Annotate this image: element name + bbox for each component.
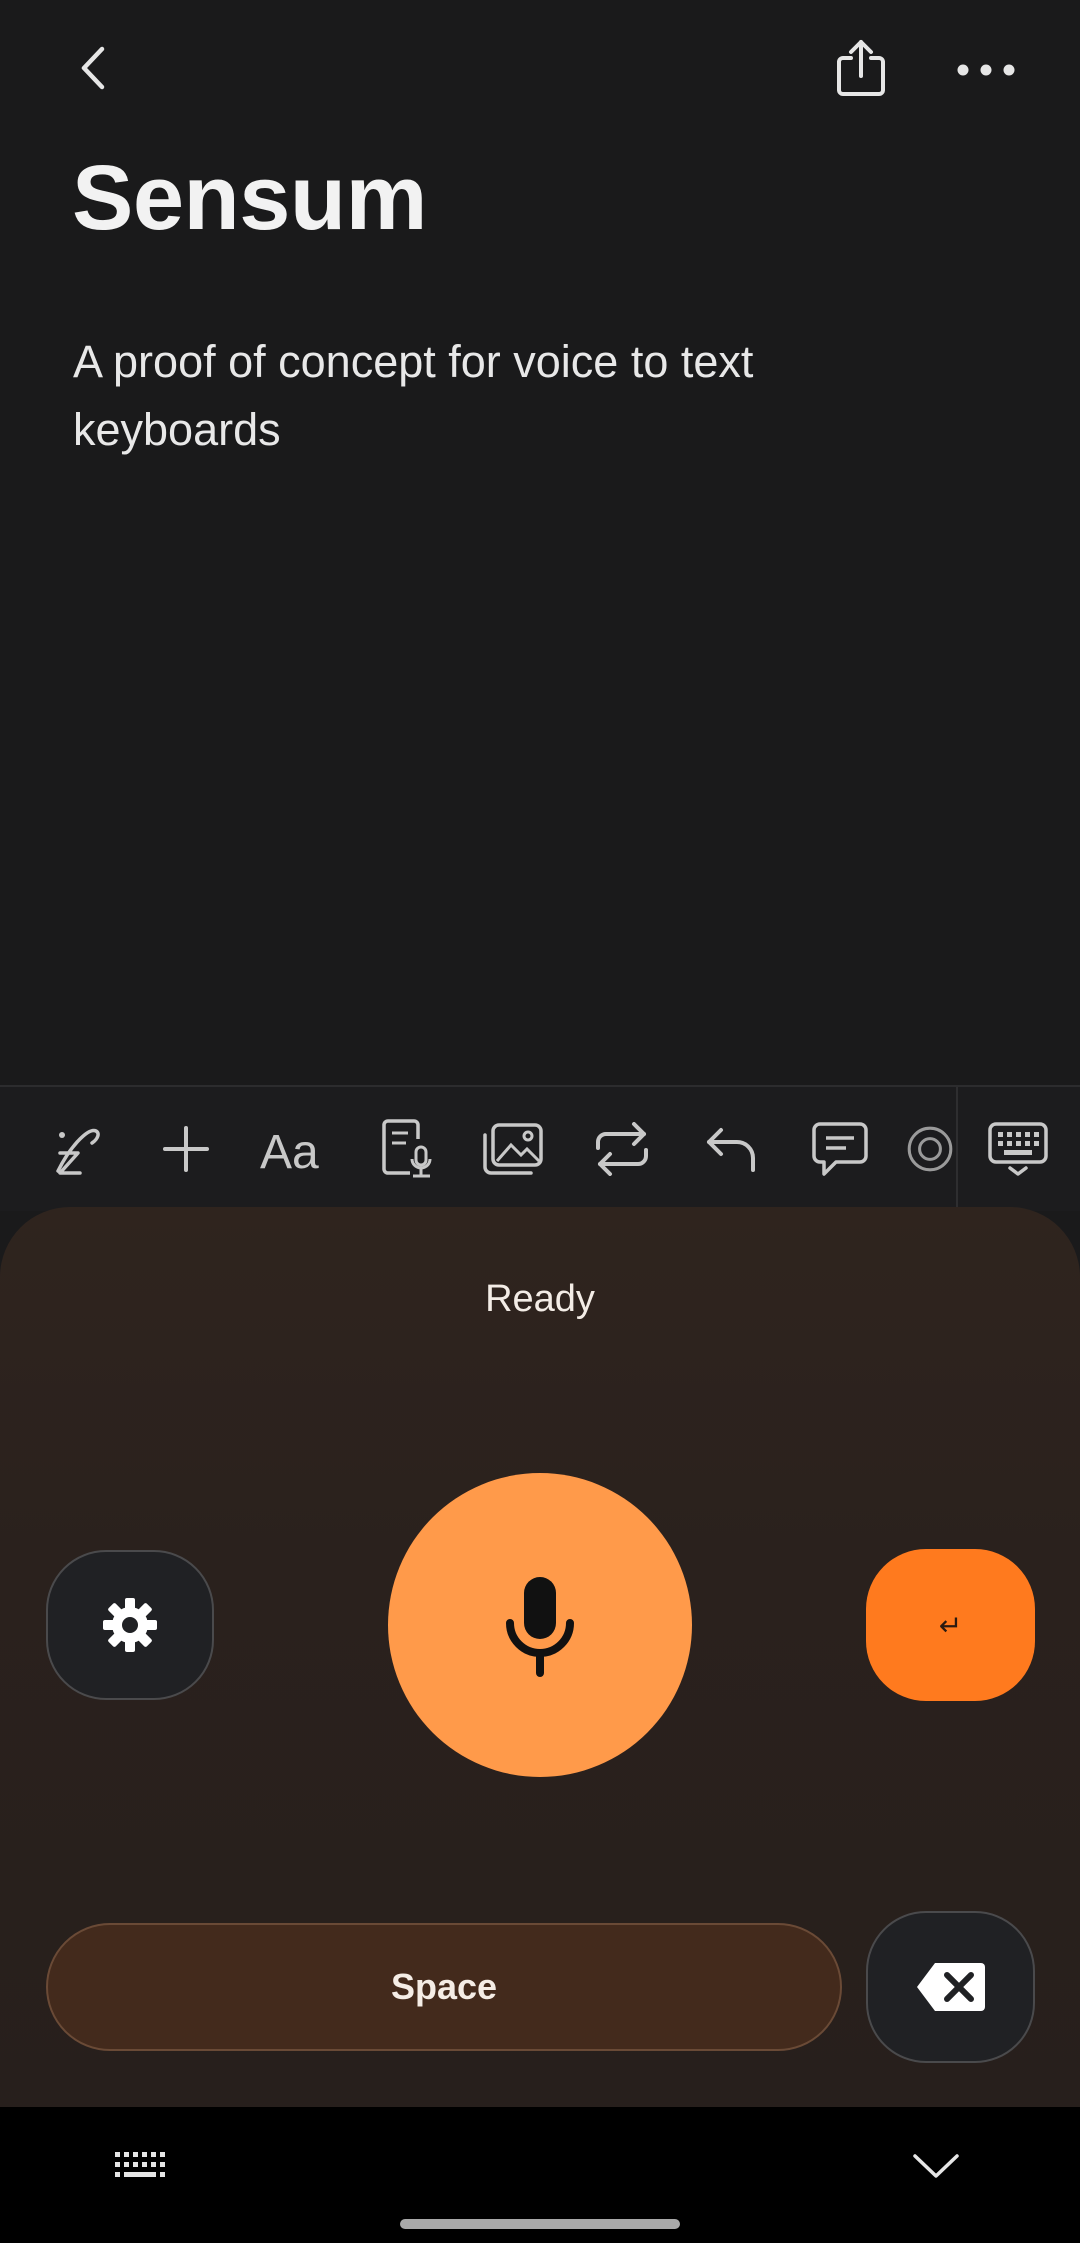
editor-toolbar: Aa <box>0 1085 1080 1211</box>
tool-insert-image[interactable] <box>473 1109 553 1189</box>
tool-voice-record[interactable] <box>368 1109 448 1189</box>
gear-icon <box>103 1598 157 1652</box>
tool-add[interactable] <box>146 1109 226 1189</box>
navigation-bar <box>0 2107 1080 2243</box>
tool-more[interactable] <box>904 1109 956 1189</box>
hide-keyboard-icon <box>913 2154 959 2178</box>
tool-convert[interactable] <box>582 1109 662 1189</box>
status-label: Ready <box>485 1278 595 1320</box>
add-icon <box>163 1126 209 1172</box>
more-tools-icon <box>907 1126 953 1172</box>
note-title[interactable]: Sensum <box>72 146 427 251</box>
tool-undo[interactable] <box>691 1109 771 1189</box>
app-root: Sensum A proof of concept for voice to t… <box>0 0 1080 2243</box>
tool-text-format[interactable]: Aa <box>253 1109 333 1189</box>
toolbar-divider <box>956 1087 958 1211</box>
home-indicator[interactable] <box>400 2219 680 2229</box>
keyboard-switch-icon <box>115 2152 165 2177</box>
microphone-icon <box>506 1577 574 1677</box>
tool-comment[interactable] <box>800 1109 880 1189</box>
back-button[interactable] <box>62 36 126 100</box>
enter-button[interactable]: ↵ <box>866 1549 1035 1701</box>
insert-image-icon <box>483 1123 543 1175</box>
text-format-icon: Aa <box>260 1126 319 1174</box>
pen-icon <box>56 1128 100 1175</box>
convert-icon <box>596 1122 648 1176</box>
share-icon <box>837 40 885 96</box>
svg-text:Aa: Aa <box>260 1126 319 1174</box>
tool-pen[interactable] <box>40 1109 120 1189</box>
tool-keyboard[interactable] <box>978 1109 1058 1189</box>
undo-icon <box>707 1128 755 1172</box>
comment-icon <box>812 1122 868 1176</box>
space-button[interactable]: Space <box>46 1923 842 2051</box>
more-options-button[interactable] <box>946 38 1026 102</box>
share-button[interactable] <box>826 30 896 106</box>
note-body[interactable]: A proof of concept for voice to text key… <box>73 328 893 464</box>
chevron-left-icon <box>81 46 105 90</box>
more-horizontal-icon <box>957 64 1015 76</box>
top-bar <box>0 0 1080 140</box>
switch-keyboard-button[interactable] <box>106 2137 176 2193</box>
backspace-icon <box>916 1963 985 2011</box>
hide-keyboard-button[interactable] <box>906 2137 966 2193</box>
voice-record-icon <box>382 1119 432 1178</box>
microphone-button[interactable] <box>388 1473 692 1777</box>
keyboard-icon <box>988 1122 1048 1176</box>
backspace-button[interactable] <box>866 1911 1035 2063</box>
settings-button[interactable] <box>46 1550 214 1700</box>
